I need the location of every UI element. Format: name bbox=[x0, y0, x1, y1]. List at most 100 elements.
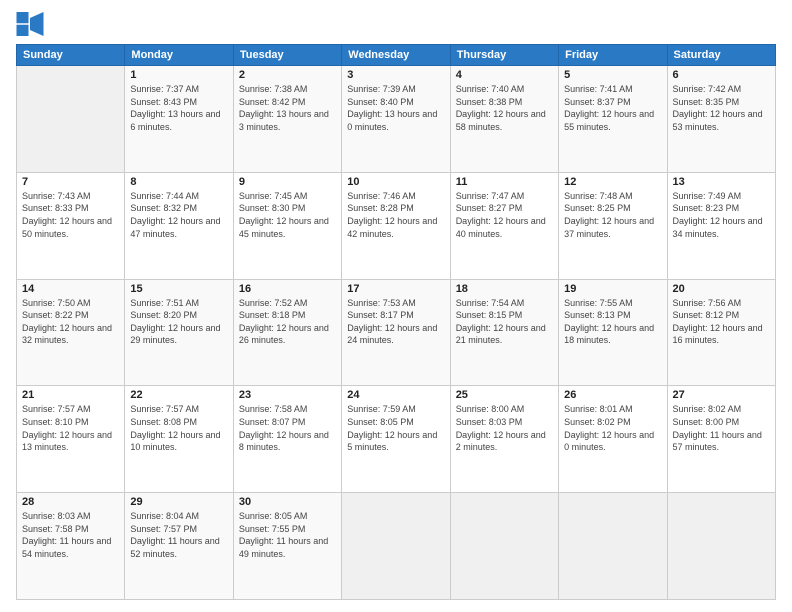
day-info: Sunrise: 7:43 AMSunset: 8:33 PMDaylight:… bbox=[22, 190, 119, 240]
day-number: 17 bbox=[347, 283, 444, 295]
calendar-cell: 6 Sunrise: 7:42 AMSunset: 8:35 PMDaylight… bbox=[667, 66, 775, 173]
calendar-cell bbox=[667, 493, 775, 600]
day-number: 23 bbox=[239, 389, 336, 401]
calendar-cell: 22Sunrise: 7:57 AMSunset: 8:08 PMDayligh… bbox=[125, 386, 233, 493]
day-info: Sunrise: 7:52 AMSunset: 8:18 PMDaylight:… bbox=[239, 297, 336, 347]
calendar-cell bbox=[559, 493, 667, 600]
day-number: 1 bbox=[130, 69, 227, 81]
calendar-cell: 25 Sunrise: 8:00 AMSunset: 8:03 PMDayligh… bbox=[450, 386, 558, 493]
calendar-cell: 12 Sunrise: 7:48 AMSunset: 8:25 PMDayligh… bbox=[559, 172, 667, 279]
weekday-row: SundayMondayTuesdayWednesdayThursdayFrid… bbox=[17, 45, 776, 66]
day-info: Sunrise: 7:42 AMSunset: 8:35 PMDaylight:… bbox=[673, 83, 770, 133]
day-info: Sunrise: 7:45 AMSunset: 8:30 PMDaylight:… bbox=[239, 190, 336, 240]
day-info: Sunrise: 8:03 AMSunset: 7:58 PMDaylight:… bbox=[22, 510, 119, 560]
calendar-cell bbox=[450, 493, 558, 600]
day-number: 7 bbox=[22, 176, 119, 188]
day-info: Sunrise: 8:01 AMSunset: 8:02 PMDaylight:… bbox=[564, 403, 661, 453]
calendar-cell: 24 Sunrise: 7:59 AMSunset: 8:05 PMDayligh… bbox=[342, 386, 450, 493]
calendar-cell bbox=[17, 66, 125, 173]
calendar-body: 1 Sunrise: 7:37 AMSunset: 8:43 PMDaylight… bbox=[17, 66, 776, 600]
day-info: Sunrise: 7:41 AMSunset: 8:37 PMDaylight:… bbox=[564, 83, 661, 133]
day-info: Sunrise: 7:51 AMSunset: 8:20 PMDaylight:… bbox=[130, 297, 227, 347]
day-info: Sunrise: 7:46 AMSunset: 8:28 PMDaylight:… bbox=[347, 190, 444, 240]
calendar-cell: 16Sunrise: 7:52 AMSunset: 8:18 PMDayligh… bbox=[233, 279, 341, 386]
calendar-cell: 5 Sunrise: 7:41 AMSunset: 8:37 PMDaylight… bbox=[559, 66, 667, 173]
day-number: 25 bbox=[456, 389, 553, 401]
day-number: 29 bbox=[130, 496, 227, 508]
calendar-cell: 19 Sunrise: 7:55 AMSunset: 8:13 PMDayligh… bbox=[559, 279, 667, 386]
logo-icon bbox=[16, 12, 44, 36]
day-info: Sunrise: 8:02 AMSunset: 8:00 PMDaylight:… bbox=[673, 403, 770, 453]
day-info: Sunrise: 8:05 AMSunset: 7:55 PMDaylight:… bbox=[239, 510, 336, 560]
day-number: 12 bbox=[564, 176, 661, 188]
day-info: Sunrise: 7:56 AMSunset: 8:12 PMDaylight:… bbox=[673, 297, 770, 347]
calendar-week-3: 14 Sunrise: 7:50 AMSunset: 8:22 PMDayligh… bbox=[17, 279, 776, 386]
calendar-cell: 30 Sunrise: 8:05 AMSunset: 7:55 PMDayligh… bbox=[233, 493, 341, 600]
calendar-cell: 14 Sunrise: 7:50 AMSunset: 8:22 PMDayligh… bbox=[17, 279, 125, 386]
day-info: Sunrise: 7:37 AMSunset: 8:43 PMDaylight:… bbox=[130, 83, 227, 133]
calendar-cell: 3Sunrise: 7:39 AMSunset: 8:40 PMDaylight… bbox=[342, 66, 450, 173]
day-info: Sunrise: 7:49 AMSunset: 8:23 PMDaylight:… bbox=[673, 190, 770, 240]
day-number: 8 bbox=[130, 176, 227, 188]
day-info: Sunrise: 7:57 AMSunset: 8:08 PMDaylight:… bbox=[130, 403, 227, 453]
day-info: Sunrise: 7:58 AMSunset: 8:07 PMDaylight:… bbox=[239, 403, 336, 453]
day-info: Sunrise: 7:40 AMSunset: 8:38 PMDaylight:… bbox=[456, 83, 553, 133]
calendar-cell: 27 Sunrise: 8:02 AMSunset: 8:00 PMDayligh… bbox=[667, 386, 775, 493]
calendar-cell: 28 Sunrise: 8:03 AMSunset: 7:58 PMDayligh… bbox=[17, 493, 125, 600]
day-number: 18 bbox=[456, 283, 553, 295]
calendar-cell: 10 Sunrise: 7:46 AMSunset: 8:28 PMDayligh… bbox=[342, 172, 450, 279]
day-info: Sunrise: 7:55 AMSunset: 8:13 PMDaylight:… bbox=[564, 297, 661, 347]
calendar-header: SundayMondayTuesdayWednesdayThursdayFrid… bbox=[17, 45, 776, 66]
calendar-cell: 11Sunrise: 7:47 AMSunset: 8:27 PMDayligh… bbox=[450, 172, 558, 279]
day-number: 30 bbox=[239, 496, 336, 508]
calendar-cell: 29 Sunrise: 8:04 AMSunset: 7:57 PMDayligh… bbox=[125, 493, 233, 600]
day-number: 6 bbox=[673, 69, 770, 81]
weekday-header-thursday: Thursday bbox=[450, 45, 558, 66]
day-number: 14 bbox=[22, 283, 119, 295]
weekday-header-sunday: Sunday bbox=[17, 45, 125, 66]
calendar-week-5: 28 Sunrise: 8:03 AMSunset: 7:58 PMDayligh… bbox=[17, 493, 776, 600]
day-number: 19 bbox=[564, 283, 661, 295]
weekday-header-saturday: Saturday bbox=[667, 45, 775, 66]
calendar-table: SundayMondayTuesdayWednesdayThursdayFrid… bbox=[16, 44, 776, 600]
calendar-cell: 26 Sunrise: 8:01 AMSunset: 8:02 PMDayligh… bbox=[559, 386, 667, 493]
calendar-cell: 13 Sunrise: 7:49 AMSunset: 8:23 PMDayligh… bbox=[667, 172, 775, 279]
calendar-cell: 18 Sunrise: 7:54 AMSunset: 8:15 PMDayligh… bbox=[450, 279, 558, 386]
weekday-header-monday: Monday bbox=[125, 45, 233, 66]
logo bbox=[16, 12, 48, 36]
day-number: 4 bbox=[456, 69, 553, 81]
day-info: Sunrise: 7:50 AMSunset: 8:22 PMDaylight:… bbox=[22, 297, 119, 347]
day-info: Sunrise: 8:00 AMSunset: 8:03 PMDaylight:… bbox=[456, 403, 553, 453]
day-info: Sunrise: 7:59 AMSunset: 8:05 PMDaylight:… bbox=[347, 403, 444, 453]
day-info: Sunrise: 8:04 AMSunset: 7:57 PMDaylight:… bbox=[130, 510, 227, 560]
day-number: 2 bbox=[239, 69, 336, 81]
day-number: 13 bbox=[673, 176, 770, 188]
day-number: 28 bbox=[22, 496, 119, 508]
calendar-cell: 1 Sunrise: 7:37 AMSunset: 8:43 PMDaylight… bbox=[125, 66, 233, 173]
day-info: Sunrise: 7:48 AMSunset: 8:25 PMDaylight:… bbox=[564, 190, 661, 240]
day-info: Sunrise: 7:53 AMSunset: 8:17 PMDaylight:… bbox=[347, 297, 444, 347]
weekday-header-tuesday: Tuesday bbox=[233, 45, 341, 66]
day-number: 3 bbox=[347, 69, 444, 81]
weekday-header-friday: Friday bbox=[559, 45, 667, 66]
day-info: Sunrise: 7:38 AMSunset: 8:42 PMDaylight:… bbox=[239, 83, 336, 133]
day-number: 10 bbox=[347, 176, 444, 188]
day-info: Sunrise: 7:44 AMSunset: 8:32 PMDaylight:… bbox=[130, 190, 227, 240]
day-info: Sunrise: 7:57 AMSunset: 8:10 PMDaylight:… bbox=[22, 403, 119, 453]
day-number: 5 bbox=[564, 69, 661, 81]
calendar-week-2: 7 Sunrise: 7:43 AMSunset: 8:33 PMDaylight… bbox=[17, 172, 776, 279]
calendar-cell: 9 Sunrise: 7:45 AMSunset: 8:30 PMDaylight… bbox=[233, 172, 341, 279]
day-number: 27 bbox=[673, 389, 770, 401]
day-info: Sunrise: 7:54 AMSunset: 8:15 PMDaylight:… bbox=[456, 297, 553, 347]
calendar-cell bbox=[342, 493, 450, 600]
day-number: 24 bbox=[347, 389, 444, 401]
calendar-cell: 20 Sunrise: 7:56 AMSunset: 8:12 PMDayligh… bbox=[667, 279, 775, 386]
calendar-cell: 17 Sunrise: 7:53 AMSunset: 8:17 PMDayligh… bbox=[342, 279, 450, 386]
day-number: 20 bbox=[673, 283, 770, 295]
day-number: 9 bbox=[239, 176, 336, 188]
day-number: 26 bbox=[564, 389, 661, 401]
day-number: 15 bbox=[130, 283, 227, 295]
calendar-cell: 23 Sunrise: 7:58 AMSunset: 8:07 PMDayligh… bbox=[233, 386, 341, 493]
calendar-cell: 21 Sunrise: 7:57 AMSunset: 8:10 PMDayligh… bbox=[17, 386, 125, 493]
day-number: 21 bbox=[22, 389, 119, 401]
